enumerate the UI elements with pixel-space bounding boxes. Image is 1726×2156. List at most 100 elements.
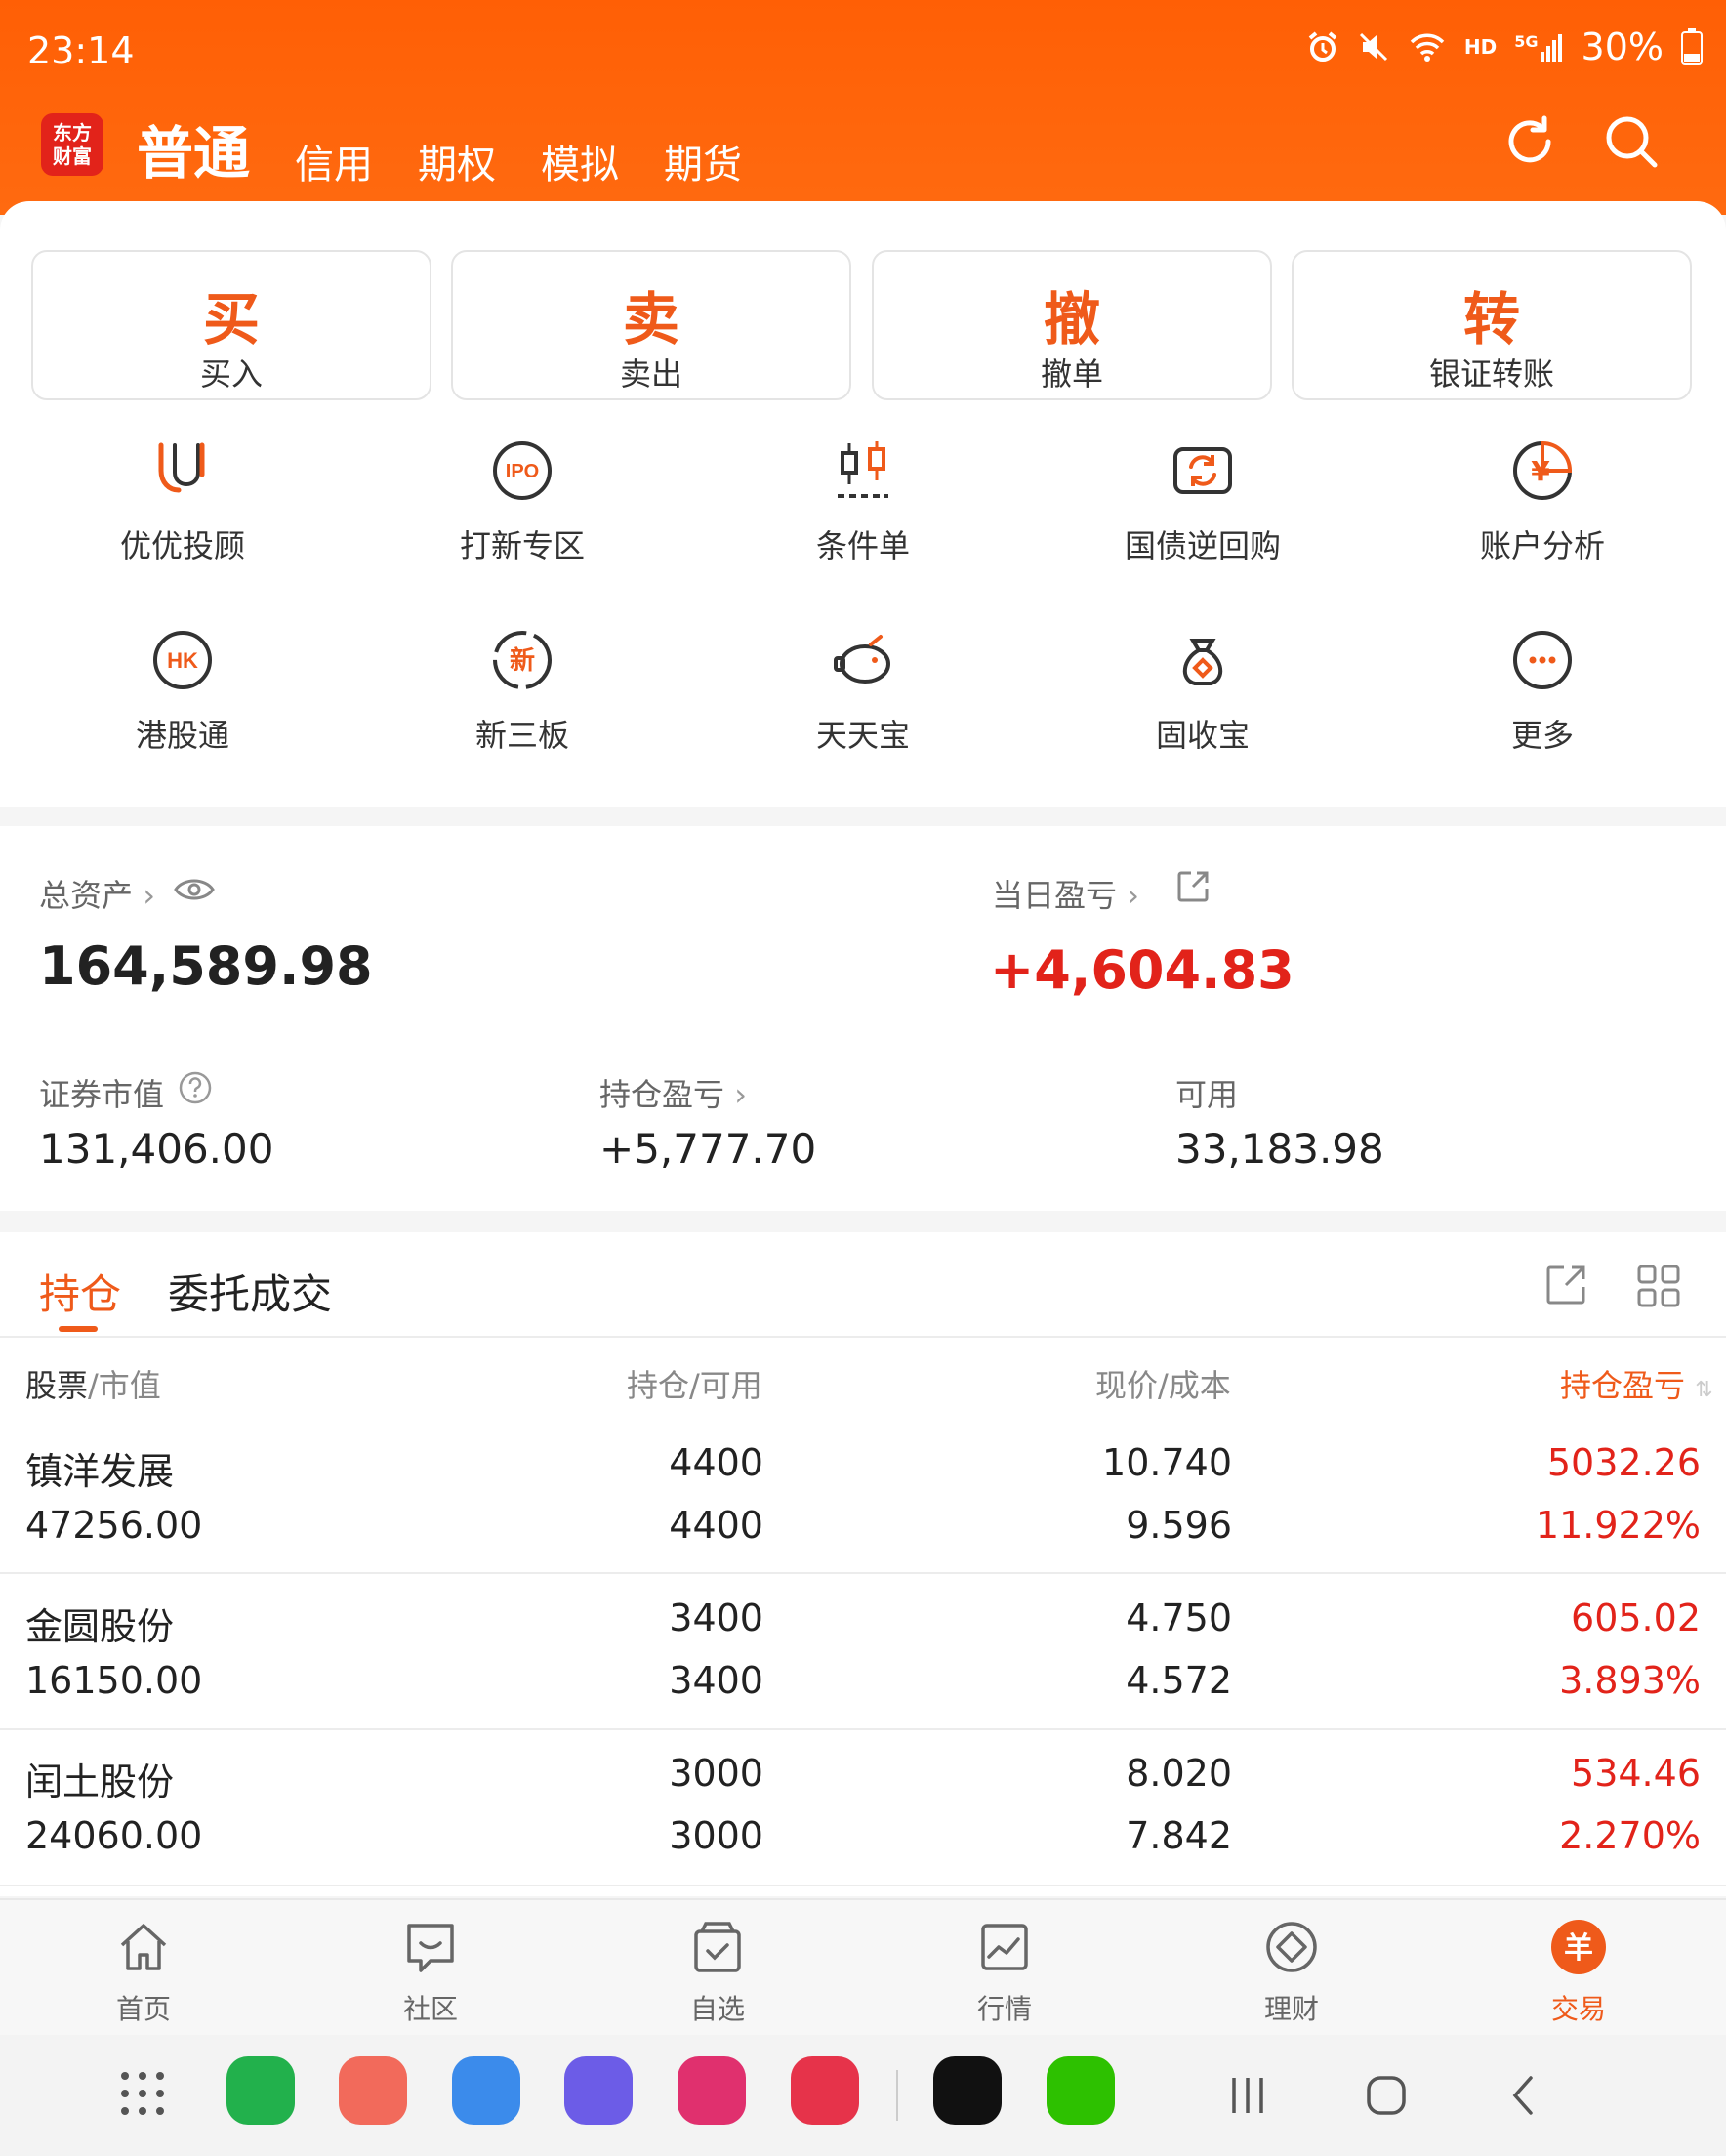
stock-price: 10.740	[1102, 1441, 1232, 1484]
contacts-app-icon[interactable]	[339, 2056, 407, 2125]
stock-name: 金圆股份	[25, 1605, 175, 1648]
sell-button[interactable]: 卖 卖出	[451, 250, 851, 400]
nav-community[interactable]: 社区	[333, 1918, 528, 2027]
app-header: 23:14 HD 5G 30% 东方 财富 普通 信用 期权 模拟 期货	[0, 0, 1726, 215]
feature-hk-connect[interactable]: HK 港股通	[36, 625, 329, 756]
stock-qty: 3000	[669, 1752, 763, 1795]
feature-gushoubao[interactable]: 固收宝	[1056, 625, 1349, 756]
hk-icon-text: HK	[167, 648, 198, 673]
recents-icon[interactable]	[1226, 2074, 1269, 2117]
uu-advisor-icon	[158, 442, 205, 493]
stock-available: 3000	[669, 1814, 763, 1857]
system-dock	[0, 2035, 1726, 2156]
stock-name: 闰土股份	[25, 1761, 175, 1804]
tabs-divider	[0, 1336, 1726, 1338]
ipo-icon-text: IPO	[506, 461, 539, 482]
stock-name: 镇洋发展	[25, 1450, 175, 1493]
nav-market[interactable]: 行情	[907, 1918, 1102, 2027]
available-label: 可用	[1175, 1076, 1239, 1113]
status-time: 23:14	[27, 29, 135, 72]
account-analysis-icon: ¥	[1513, 440, 1573, 500]
tab-futures[interactable]: 期货	[664, 133, 742, 189]
stock-pnl: 605.02	[1571, 1596, 1701, 1639]
dock-divider	[896, 2070, 898, 2121]
tab-credit[interactable]: 信用	[295, 133, 373, 189]
total-assets-link[interactable]: 总资产 ›	[39, 871, 155, 916]
refresh-icon[interactable]	[1501, 113, 1558, 170]
sort-icon: ⇅	[1695, 1378, 1713, 1402]
col-pnl-header[interactable]: 持仓盈亏 ⇅	[1560, 1361, 1713, 1406]
positions-panel: 持仓 委托成交 股票/市值 持仓/可用 现价/成本 持仓盈亏 ⇅ 镇洋发展 47…	[0, 1232, 1726, 1896]
stock-market-value: 24060.00	[25, 1814, 203, 1857]
grid-view-icon[interactable]	[1636, 1264, 1681, 1308]
back-icon[interactable]	[1503, 2074, 1546, 2117]
stock-pnl-pct: 3.893%	[1559, 1659, 1701, 1702]
stock-available: 3400	[669, 1659, 763, 1702]
tab-orders[interactable]: 委托成交	[168, 1262, 332, 1321]
feature-ipo[interactable]: IPO 打新专区	[376, 435, 669, 566]
wealth-icon	[1266, 1922, 1317, 1972]
market-value-label: 证券市值	[39, 1076, 165, 1113]
account-type-tabs: 普通 信用 期权 模拟 期货	[137, 107, 742, 189]
feature-reverse-repo[interactable]: 国债逆回购	[1056, 435, 1349, 566]
share-icon[interactable]	[1175, 869, 1211, 904]
app-logo: 东方 财富	[41, 113, 103, 176]
home-icon	[120, 1924, 167, 1970]
tab-options[interactable]: 期权	[418, 133, 496, 189]
col-stock-header: 股票/市值	[25, 1367, 161, 1404]
trade-icon: 羊	[1551, 1920, 1606, 1974]
feature-tiantianbao[interactable]: 天天宝	[717, 625, 1009, 756]
stock-pnl: 5032.26	[1546, 1441, 1701, 1484]
header-actions	[1501, 113, 1660, 170]
stock-cost: 4.572	[1126, 1659, 1232, 1702]
nav-home[interactable]: 首页	[46, 1918, 241, 2027]
nav-trade[interactable]: 羊 交易	[1481, 1918, 1676, 2027]
help-icon[interactable]	[178, 1070, 213, 1105]
buy-button[interactable]: 买 买入	[31, 250, 432, 400]
wechat-app-icon[interactable]	[1047, 2056, 1115, 2125]
stock-pnl-pct: 11.922%	[1535, 1504, 1701, 1547]
hd-badge: HD	[1463, 35, 1498, 59]
battery-icon	[1681, 28, 1703, 65]
browser-app-icon[interactable]	[564, 2056, 633, 2125]
messages-app-icon[interactable]	[452, 2056, 520, 2125]
stock-available: 4400	[669, 1504, 763, 1547]
tab-positions[interactable]: 持仓	[39, 1262, 121, 1321]
col-price-header: 现价/成本	[1095, 1367, 1231, 1404]
gallery-app-icon[interactable]	[678, 2056, 746, 2125]
community-icon	[407, 1924, 454, 1972]
nav-wealth[interactable]: 理财	[1194, 1918, 1389, 2027]
home-button-icon[interactable]	[1365, 2074, 1408, 2117]
position-pnl-value: +5,777.70	[599, 1125, 817, 1173]
new-third-board-icon: 新	[493, 631, 552, 689]
phone-app-icon[interactable]	[226, 2056, 295, 2125]
daily-pnl-link[interactable]: 当日盈亏 ›	[992, 871, 1139, 916]
feature-more[interactable]: 更多	[1396, 625, 1689, 756]
camera-app-icon[interactable]	[791, 2056, 859, 2125]
wifi-icon	[1410, 33, 1445, 62]
feature-account-analysis[interactable]: ¥ 账户分析	[1396, 435, 1689, 566]
cancel-order-button[interactable]: 撤 撤单	[872, 250, 1272, 400]
piggy-bank-icon	[834, 635, 890, 684]
tab-normal[interactable]: 普通	[137, 107, 250, 189]
export-icon[interactable]	[1544, 1264, 1587, 1306]
watchlist-icon	[694, 1922, 741, 1972]
stock-pnl-pct: 2.270%	[1559, 1814, 1701, 1857]
tab-simulated[interactable]: 模拟	[541, 133, 619, 189]
app-drawer-icon[interactable]	[119, 2070, 166, 2117]
stock-qty: 4400	[669, 1441, 763, 1484]
feature-new-third-board[interactable]: 新 新三板	[376, 625, 669, 756]
bottom-nav: 首页 社区 自选 行情 理财 羊 交易	[0, 1898, 1726, 2037]
tiktok-app-icon[interactable]	[933, 2056, 1002, 2125]
position-pnl-link[interactable]: 持仓盈亏 ›	[599, 1070, 747, 1115]
nav-watchlist[interactable]: 自选	[620, 1918, 815, 2027]
feature-conditional-order[interactable]: 条件单	[717, 435, 1009, 566]
eye-icon[interactable]	[174, 875, 215, 904]
total-assets-value: 164,589.98	[39, 935, 373, 997]
search-icon[interactable]	[1603, 113, 1660, 170]
bank-transfer-button[interactable]: 转 银证转账	[1292, 250, 1692, 400]
available-value: 33,183.98	[1175, 1125, 1384, 1173]
ipo-icon: IPO	[493, 441, 552, 500]
feature-uu-advisor[interactable]: 优优投顾	[36, 435, 329, 566]
alarm-icon	[1308, 31, 1337, 62]
